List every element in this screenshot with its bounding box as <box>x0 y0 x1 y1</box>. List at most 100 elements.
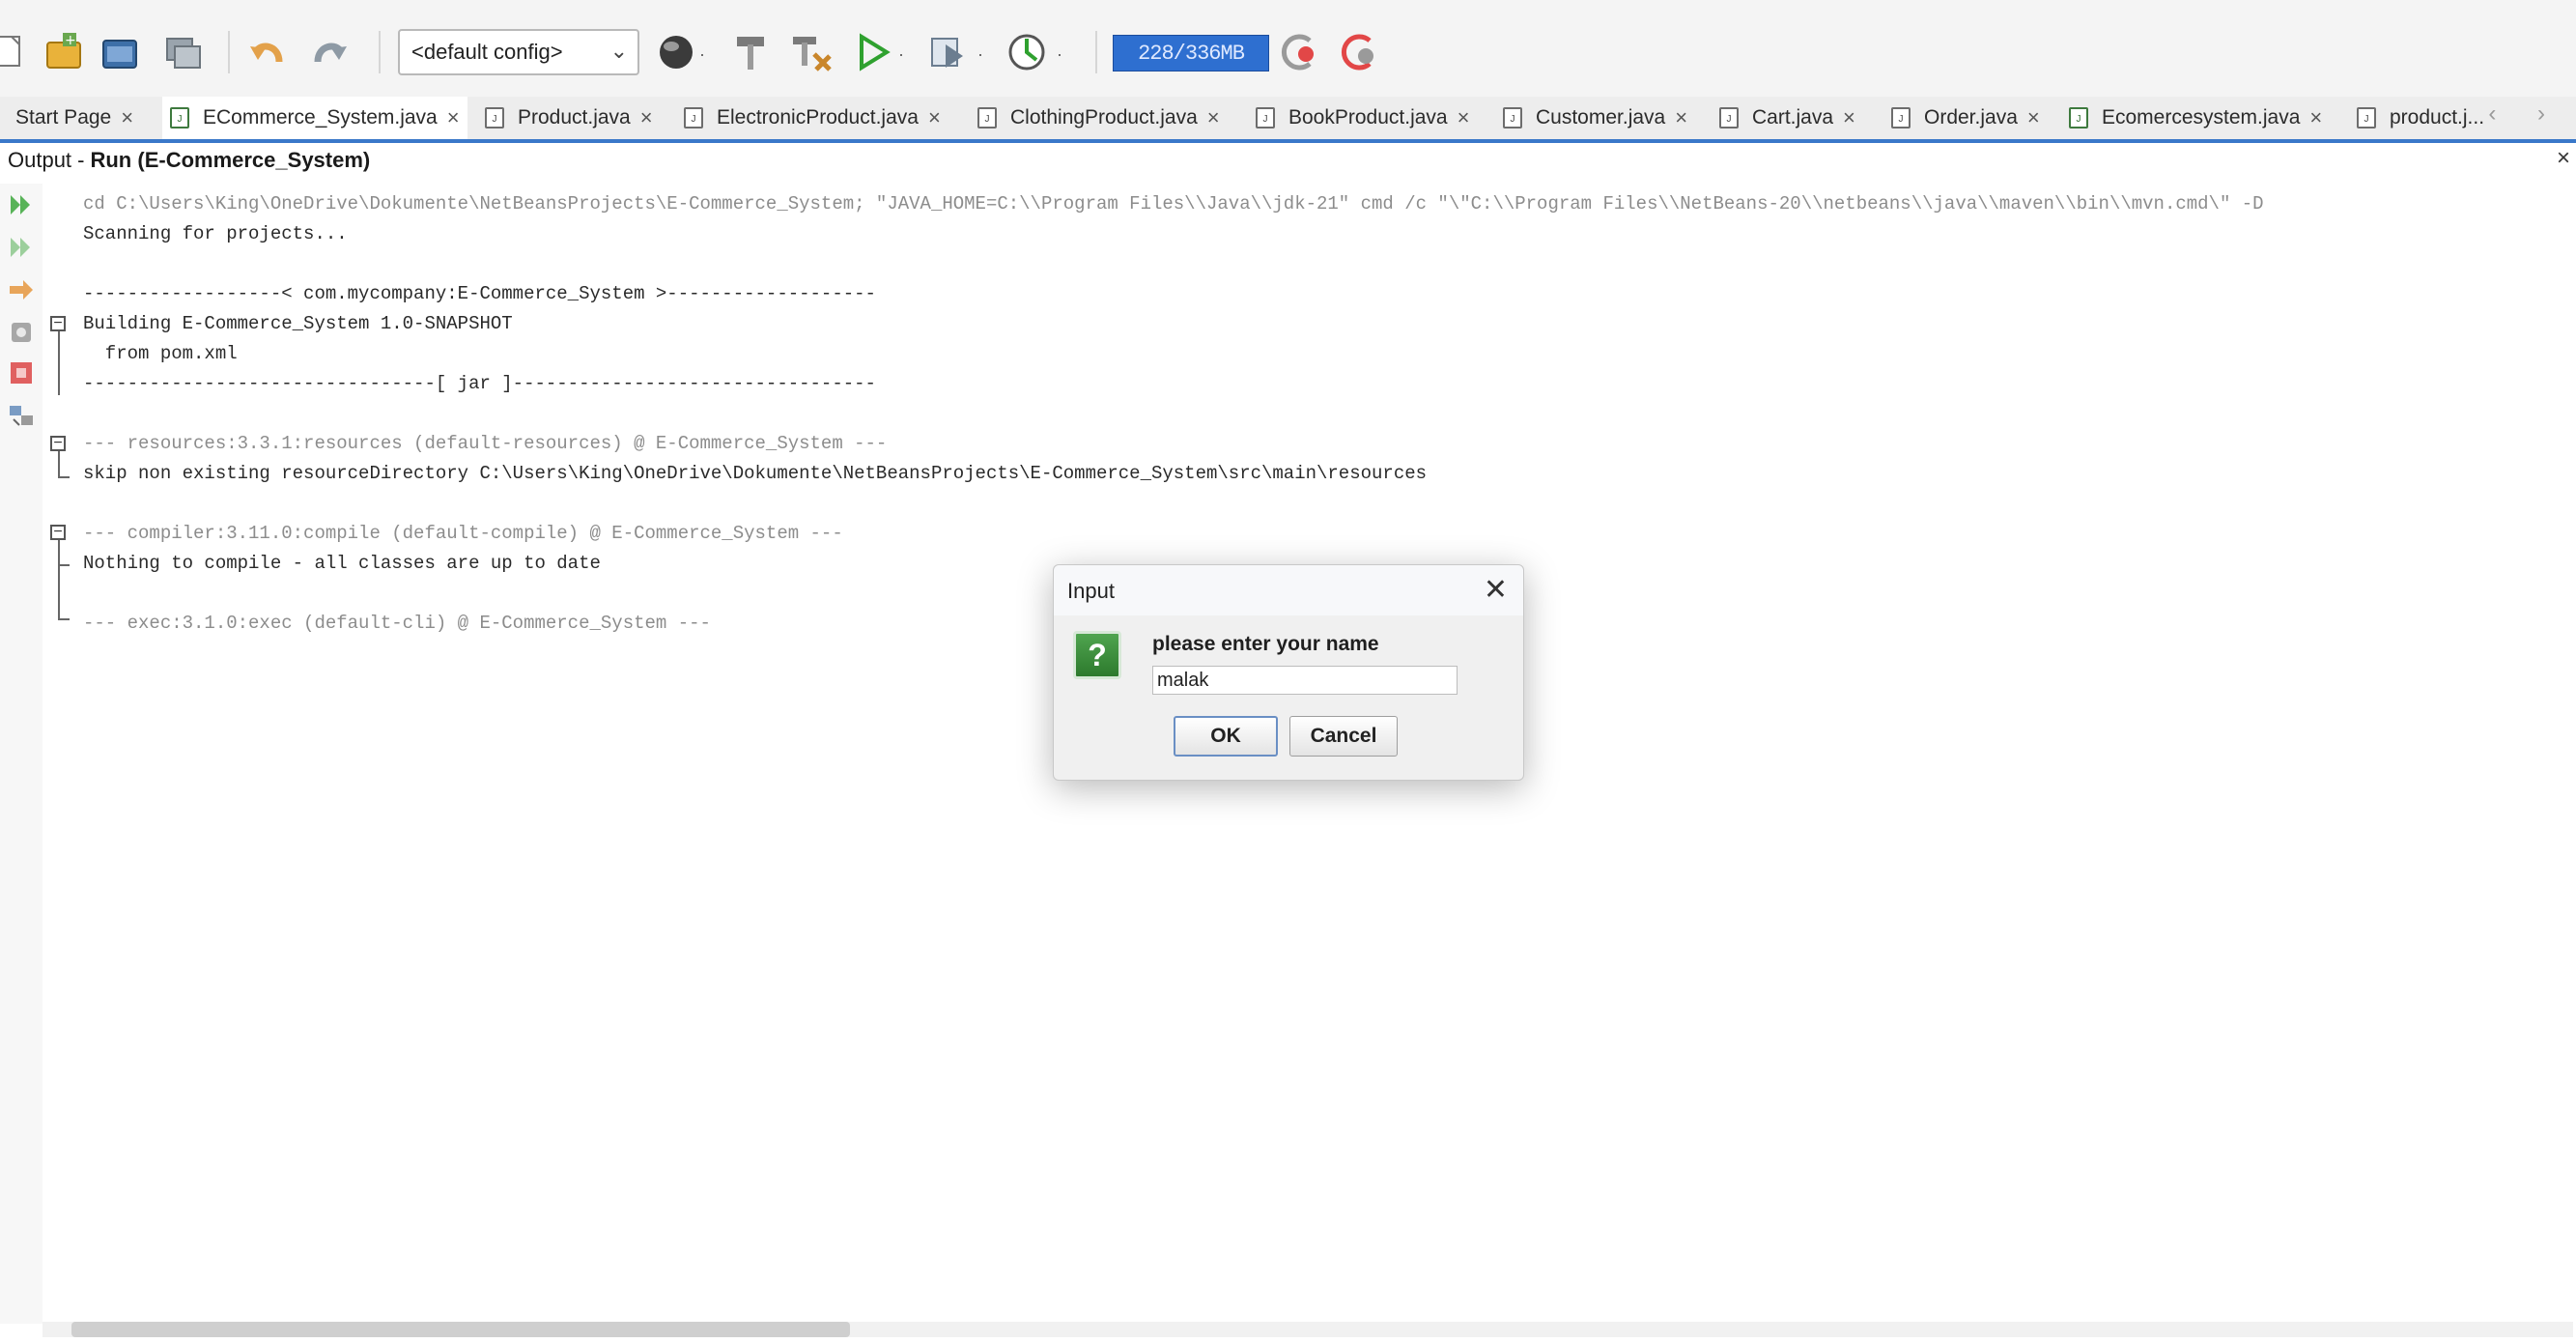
config-select[interactable]: <default config> ⌄ <box>398 29 639 75</box>
tab-book-product[interactable]: J BookProduct.java × <box>1248 97 1477 139</box>
editor-tab-bar: Start Page × J ECommerce_System.java × J… <box>0 97 2576 143</box>
scrollbar-thumb[interactable] <box>71 1322 850 1337</box>
close-icon[interactable]: × <box>121 105 133 130</box>
run-icon[interactable] <box>854 27 892 77</box>
tab-electronic-product[interactable]: J ElectronicProduct.java × <box>676 97 948 139</box>
tab-product[interactable]: J Product.java × <box>477 97 661 139</box>
tab-order[interactable]: J Order.java × <box>1883 97 2048 139</box>
console-line: cd C:\Users\King\OneDrive\Dokumente\NetB… <box>83 193 2264 214</box>
close-icon[interactable]: × <box>2027 105 2040 130</box>
tab-label: Cart.java <box>1752 106 1834 129</box>
close-icon[interactable]: × <box>2309 105 2322 130</box>
console-line: skip non existing resourceDirectory C:\U… <box>83 463 1428 484</box>
output-title: Run (E-Commerce_System) <box>90 148 371 172</box>
close-icon[interactable]: × <box>1207 105 1220 130</box>
tab-label: ECommerce_System.java <box>203 106 438 129</box>
output-prefix: Output - <box>8 148 85 172</box>
chevron-down-icon: ⌄ <box>609 39 628 63</box>
question-icon: ? <box>1073 631 1121 679</box>
globe-dropdown-icon[interactable]: · <box>699 44 705 65</box>
run-dropdown-icon[interactable]: · <box>898 44 904 65</box>
tab-label: ClothingProduct.java <box>1010 106 1198 129</box>
tab-ecomercesystem[interactable]: J Ecomercesystem.java × <box>2061 97 2330 139</box>
close-icon[interactable]: ✕ <box>1484 573 1508 607</box>
clean-build-icon[interactable] <box>786 27 835 77</box>
globe-icon[interactable] <box>655 27 697 77</box>
resume-icon[interactable] <box>8 276 35 303</box>
fold-guide <box>58 451 60 478</box>
tab-label: ElectronicProduct.java <box>717 106 919 129</box>
tab-clothing-product[interactable]: J ClothingProduct.java × <box>970 97 1228 139</box>
close-icon[interactable]: × <box>1458 105 1470 130</box>
dialog-prompt: please enter your name <box>1152 633 1379 655</box>
close-icon[interactable]: × <box>640 105 653 130</box>
new-file-icon[interactable] <box>0 27 27 77</box>
java-main-file-icon: J <box>2069 107 2088 129</box>
console-line: from pom.xml <box>83 343 238 364</box>
tab-customer[interactable]: J Customer.java × <box>1495 97 1695 139</box>
run-configuration-icon[interactable] <box>8 402 35 429</box>
tab-product-lowercase[interactable]: J product.j... <box>2349 97 2492 139</box>
fold-toggle-icon[interactable]: − <box>50 316 66 331</box>
rerun-icon[interactable] <box>8 191 35 218</box>
build-hammer-icon[interactable] <box>728 27 773 77</box>
tab-label: Product.java <box>518 106 631 129</box>
java-file-icon: J <box>1891 107 1911 129</box>
dialog-titlebar[interactable]: Input ✕ <box>1054 565 1523 615</box>
tab-label: BookProduct.java <box>1288 106 1448 129</box>
output-panel-header[interactable]: Output - Run (E-Commerce_System) <box>0 143 2576 178</box>
stop-icon[interactable] <box>8 359 35 386</box>
fold-toggle-icon[interactable]: − <box>50 436 66 451</box>
name-input[interactable] <box>1152 666 1458 695</box>
debug-icon[interactable] <box>925 27 970 77</box>
java-file-icon: J <box>485 107 504 129</box>
debug-dropdown-icon[interactable]: · <box>977 44 983 65</box>
cancel-button[interactable]: Cancel <box>1289 716 1398 757</box>
ok-button[interactable]: OK <box>1174 716 1278 757</box>
dialog-title: Input <box>1067 579 1115 603</box>
gc-icon[interactable] <box>1275 27 1321 77</box>
close-icon[interactable]: × <box>447 105 460 130</box>
rerun-with-options-icon[interactable] <box>8 234 35 261</box>
profile-dropdown-icon[interactable]: · <box>1057 44 1062 65</box>
console-line: ------------------< com.mycompany:E-Comm… <box>83 283 876 304</box>
tab-label: Customer.java <box>1536 106 1666 129</box>
open-project-icon[interactable] <box>99 27 143 77</box>
tab-ecommerce-system[interactable]: J ECommerce_System.java × <box>162 97 467 139</box>
tab-start-page[interactable]: Start Page × <box>8 97 141 139</box>
close-project-icon[interactable] <box>160 27 205 77</box>
fold-guide <box>58 564 70 566</box>
java-file-icon: J <box>684 107 703 129</box>
console-line: Building E-Commerce_System 1.0-SNAPSHOT <box>83 313 513 334</box>
console-line: Scanning for projects... <box>83 223 348 244</box>
java-file-icon: J <box>2357 107 2376 129</box>
fold-toggle-icon[interactable]: − <box>50 525 66 540</box>
fold-guide <box>58 618 70 620</box>
close-icon[interactable]: × <box>928 105 941 130</box>
java-file-icon: J <box>1719 107 1739 129</box>
output-gutter <box>0 184 42 1324</box>
tab-scroll-arrows[interactable]: ‹ › <box>2488 100 2562 128</box>
new-project-icon[interactable]: + <box>42 27 87 77</box>
console-line: --------------------------------[ jar ]-… <box>83 373 876 394</box>
close-icon[interactable]: × <box>2557 145 2570 172</box>
undo-icon[interactable] <box>245 27 290 77</box>
close-icon[interactable]: × <box>1675 105 1687 130</box>
gc-alt-icon[interactable] <box>1335 27 1381 77</box>
close-icon[interactable]: × <box>1843 105 1855 130</box>
redo-icon[interactable] <box>307 27 352 77</box>
memory-indicator[interactable]: 228/336MB <box>1113 35 1269 71</box>
java-file-icon: J <box>1256 107 1275 129</box>
console-line: --- compiler:3.11.0:compile (default-com… <box>83 523 843 544</box>
input-dialog: Input ✕ ? please enter your name OK Canc… <box>1053 564 1524 781</box>
profile-icon[interactable] <box>1005 27 1049 77</box>
svg-text:+: + <box>65 33 76 48</box>
tab-cart[interactable]: J Cart.java × <box>1712 97 1863 139</box>
tab-label: Start Page <box>15 106 112 129</box>
settings-icon[interactable] <box>8 319 35 346</box>
tab-label: Ecomercesystem.java <box>2102 106 2301 129</box>
console-line: --- resources:3.3.1:resources (default-r… <box>83 433 888 454</box>
config-select-value: <default config> <box>411 40 563 64</box>
fold-guide <box>58 476 70 478</box>
